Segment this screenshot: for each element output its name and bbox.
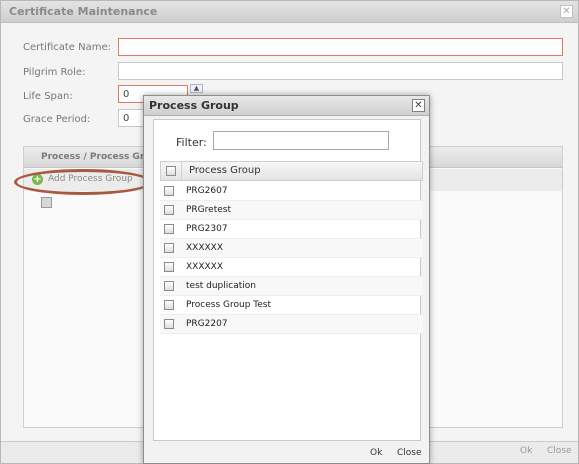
life-span-up-icon[interactable]: ▲ bbox=[190, 84, 203, 93]
row-checkbox[interactable] bbox=[164, 243, 174, 253]
row-checkbox[interactable] bbox=[164, 300, 174, 310]
dialog-title: Certificate Maintenance bbox=[9, 5, 158, 18]
list-header: Process Group bbox=[160, 161, 423, 181]
grid-row-checkbox[interactable] bbox=[41, 197, 52, 208]
certificate-name-input[interactable] bbox=[118, 38, 563, 56]
popup-body: Filter: Process Group PRG2607 PRGretest … bbox=[153, 119, 423, 441]
list-item[interactable]: PRG2607 bbox=[160, 182, 423, 201]
add-process-group-button[interactable]: + Add Process Group bbox=[32, 173, 142, 189]
list-item-label: PRG2607 bbox=[186, 186, 228, 196]
list-item-label: PRG2207 bbox=[186, 319, 228, 329]
ok-button[interactable]: Ok bbox=[520, 446, 532, 456]
dialog-title-bar[interactable]: Certificate Maintenance ✕ bbox=[1, 1, 578, 23]
grace-period-label: Grace Period: bbox=[23, 114, 91, 125]
certificate-name-label: Certificate Name: bbox=[23, 42, 111, 53]
list-item[interactable]: XXXXXX bbox=[160, 239, 423, 258]
list-item[interactable]: PRG2207 bbox=[160, 315, 423, 334]
list-item-label: PRG2307 bbox=[186, 224, 228, 234]
list-item[interactable]: XXXXXX bbox=[160, 258, 423, 277]
filter-label: Filter: bbox=[176, 136, 207, 149]
list-item-label: test duplication bbox=[186, 281, 256, 291]
list-item[interactable]: PRGretest bbox=[160, 201, 423, 220]
column-divider bbox=[181, 162, 182, 181]
plus-circle-icon: + bbox=[32, 174, 43, 185]
life-span-label: Life Span: bbox=[23, 91, 73, 102]
list-item-label: XXXXXX bbox=[186, 262, 223, 272]
list-item[interactable]: Process Group Test bbox=[160, 296, 423, 315]
row-checkbox[interactable] bbox=[164, 205, 174, 215]
popup-footer: Ok Close bbox=[144, 444, 429, 464]
row-checkbox[interactable] bbox=[164, 319, 174, 329]
popup-ok-button[interactable]: Ok bbox=[370, 448, 382, 458]
list-item-label: XXXXXX bbox=[186, 243, 223, 253]
column-process-group[interactable]: Process Group bbox=[189, 165, 261, 176]
list-item[interactable]: test duplication bbox=[160, 277, 423, 296]
popup-close-button[interactable]: Close bbox=[397, 448, 422, 458]
close-icon[interactable]: ✕ bbox=[412, 99, 425, 112]
row-checkbox[interactable] bbox=[164, 262, 174, 272]
list-item[interactable]: PRG2307 bbox=[160, 220, 423, 239]
filter-input[interactable] bbox=[213, 131, 389, 150]
close-button[interactable]: Close bbox=[547, 446, 572, 456]
close-icon[interactable]: ✕ bbox=[560, 5, 573, 18]
list-item-label: Process Group Test bbox=[186, 300, 271, 310]
row-checkbox[interactable] bbox=[164, 224, 174, 234]
list-item-label: PRGretest bbox=[186, 205, 231, 215]
process-group-popup: Process Group ✕ Filter: Process Group PR… bbox=[143, 95, 430, 464]
grid-column-process: Process / Process Grou bbox=[41, 152, 157, 162]
pilgrim-role-label: Pilgrim Role: bbox=[23, 67, 86, 78]
process-group-list: PRG2607 PRGretest PRG2307 XXXXXX XXXXXX … bbox=[160, 182, 423, 334]
popup-title: Process Group bbox=[149, 99, 239, 112]
row-checkbox[interactable] bbox=[164, 186, 174, 196]
add-process-group-label: Add Process Group bbox=[48, 174, 133, 184]
popup-title-bar[interactable]: Process Group ✕ bbox=[144, 96, 429, 116]
row-checkbox[interactable] bbox=[164, 281, 174, 291]
select-all-checkbox[interactable] bbox=[166, 166, 176, 176]
pilgrim-role-select[interactable] bbox=[118, 62, 563, 80]
